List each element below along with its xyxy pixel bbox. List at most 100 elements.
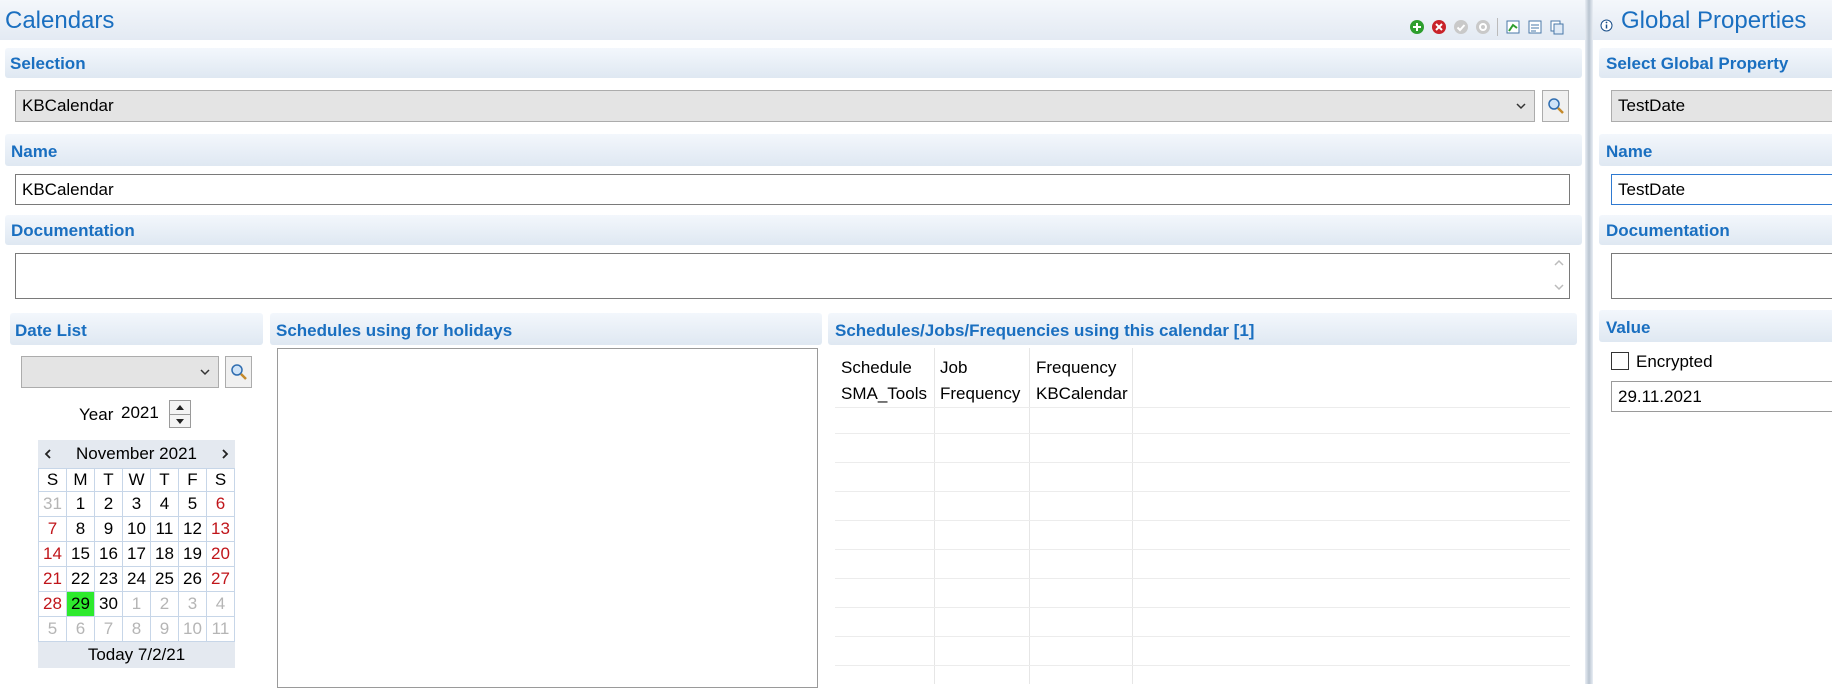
selection-section-header: Selection bbox=[5, 48, 1582, 78]
copy-icon[interactable] bbox=[1549, 19, 1565, 35]
table-row-empty bbox=[835, 640, 1570, 666]
scroll-up-icon[interactable] bbox=[1553, 258, 1565, 268]
calendar-day[interactable]: 3 bbox=[122, 491, 151, 517]
weekday-header: W bbox=[122, 468, 151, 492]
chevron-right-icon[interactable] bbox=[219, 448, 231, 460]
spin-down-icon[interactable] bbox=[175, 418, 185, 425]
global-properties-title: Global Properties bbox=[1621, 7, 1807, 34]
export-icon[interactable] bbox=[1505, 19, 1521, 35]
encrypted-label[interactable]: Encrypted bbox=[1636, 352, 1713, 372]
calendar-select[interactable]: KBCalendar bbox=[15, 90, 1535, 122]
gp-name-header: Name bbox=[1606, 142, 1653, 161]
usage-table[interactable]: Schedule Job Frequency SMA_Tools Frequen… bbox=[835, 348, 1570, 684]
calendar-day[interactable]: 9 bbox=[94, 516, 123, 542]
documentation-section-header: Documentation bbox=[5, 215, 1582, 245]
calendar-day-selected[interactable]: 29 bbox=[66, 591, 95, 617]
settings-icon[interactable] bbox=[1475, 19, 1491, 35]
chevron-left-icon[interactable] bbox=[42, 448, 54, 460]
calendar-day[interactable]: 17 bbox=[122, 541, 151, 567]
calendar-day[interactable]: 5 bbox=[178, 491, 207, 517]
calendar-day[interactable]: 25 bbox=[150, 566, 179, 592]
global-properties-title-bar: Global Properties bbox=[1593, 0, 1832, 40]
calendar-day[interactable]: 30 bbox=[94, 591, 123, 617]
cell-frequency: KBCalendar bbox=[1036, 384, 1128, 403]
gp-value-header: Value bbox=[1606, 318, 1651, 337]
calendar-search-button[interactable] bbox=[1542, 90, 1569, 122]
calendar-day[interactable]: 10 bbox=[122, 516, 151, 542]
calendar-day[interactable]: 19 bbox=[178, 541, 207, 567]
holidays-list[interactable] bbox=[277, 348, 818, 688]
col-header-frequency[interactable]: Frequency bbox=[1036, 358, 1116, 378]
scroll-down-icon[interactable] bbox=[1553, 282, 1565, 292]
date-list-search-button[interactable] bbox=[225, 356, 252, 388]
gp-name-field[interactable]: TestDate bbox=[1611, 174, 1832, 205]
year-value[interactable]: 2021 bbox=[121, 403, 159, 423]
calendar-day[interactable]: 2 bbox=[94, 491, 123, 517]
calendar-day[interactable]: 4 bbox=[206, 591, 235, 617]
calendar-day[interactable]: 20 bbox=[206, 541, 235, 567]
date-list-section-header: Date List bbox=[10, 313, 263, 345]
report-icon[interactable] bbox=[1527, 19, 1543, 35]
date-list-header: Date List bbox=[15, 321, 87, 340]
calendar-day[interactable]: 7 bbox=[38, 516, 67, 542]
col-header-job[interactable]: Job bbox=[940, 358, 967, 378]
spin-up-icon[interactable] bbox=[175, 404, 185, 411]
calendar-day[interactable]: 13 bbox=[206, 516, 235, 542]
calendar-day[interactable]: 1 bbox=[66, 491, 95, 517]
calendar-day[interactable]: 8 bbox=[66, 516, 95, 542]
calendar-day[interactable]: 10 bbox=[178, 616, 207, 642]
delete-icon[interactable] bbox=[1431, 19, 1447, 35]
calendar-day[interactable]: 7 bbox=[94, 616, 123, 642]
calendar-day[interactable]: 22 bbox=[66, 566, 95, 592]
add-icon[interactable] bbox=[1409, 19, 1425, 35]
calendar-day[interactable]: 12 bbox=[178, 516, 207, 542]
calendar-day[interactable]: 3 bbox=[178, 591, 207, 617]
check-icon[interactable] bbox=[1453, 19, 1469, 35]
encrypted-checkbox[interactable] bbox=[1611, 352, 1629, 370]
calendar-day[interactable]: 11 bbox=[206, 616, 235, 642]
calendar-day[interactable]: 31 bbox=[38, 491, 67, 517]
table-row[interactable]: SMA_Tools Frequency KBCalendar bbox=[835, 381, 1570, 408]
calendar-day[interactable]: 24 bbox=[122, 566, 151, 592]
documentation-textarea[interactable] bbox=[15, 253, 1570, 299]
calendar-day[interactable]: 4 bbox=[150, 491, 179, 517]
chevron-down-icon bbox=[1516, 103, 1526, 110]
today-bar[interactable]: Today 7/2/21 bbox=[38, 642, 235, 668]
selection-header: Selection bbox=[10, 54, 86, 73]
calendar-day[interactable]: 6 bbox=[206, 491, 235, 517]
year-spinner[interactable] bbox=[169, 400, 191, 428]
calendar-day[interactable]: 6 bbox=[66, 616, 95, 642]
calendar-day[interactable]: 26 bbox=[178, 566, 207, 592]
holidays-header: Schedules using for holidays bbox=[276, 321, 513, 340]
calendar-day[interactable]: 21 bbox=[38, 566, 67, 592]
calendar-day[interactable]: 8 bbox=[122, 616, 151, 642]
col-header-schedule[interactable]: Schedule bbox=[841, 358, 912, 378]
select-global-property-section-header: Select Global Property bbox=[1599, 48, 1832, 78]
calendar-day[interactable]: 14 bbox=[38, 541, 67, 567]
gp-documentation-textarea[interactable] bbox=[1611, 253, 1832, 299]
weekday-header: S bbox=[38, 468, 67, 492]
documentation-scrollbar[interactable] bbox=[1549, 254, 1569, 298]
calendar-day[interactable]: 15 bbox=[66, 541, 95, 567]
month-nav: November 2021 bbox=[38, 440, 235, 468]
month-calendar[interactable]: November 2021 SMTWTFS 31 1 2 3 4 5 6 7 8 9 10 11 12 1… bbox=[38, 440, 235, 668]
weekday-header: F bbox=[178, 468, 207, 492]
calendar-day[interactable]: 5 bbox=[38, 616, 67, 642]
gp-value-section-header: Value bbox=[1599, 310, 1832, 342]
calendar-day[interactable]: 27 bbox=[206, 566, 235, 592]
usage-header: Schedules/Jobs/Frequencies using this ca… bbox=[835, 321, 1255, 340]
gp-value-field[interactable]: 29.11.2021 bbox=[1611, 381, 1832, 412]
global-property-select[interactable]: TestDate bbox=[1611, 90, 1832, 122]
date-list-select[interactable] bbox=[21, 356, 219, 388]
calendar-day[interactable]: 2 bbox=[150, 591, 179, 617]
table-row-empty bbox=[835, 524, 1570, 550]
calendar-day[interactable]: 16 bbox=[94, 541, 123, 567]
calendar-day[interactable]: 9 bbox=[150, 616, 179, 642]
calendar-day[interactable]: 11 bbox=[150, 516, 179, 542]
panel-divider[interactable] bbox=[1585, 0, 1593, 684]
calendar-day[interactable]: 18 bbox=[150, 541, 179, 567]
calendar-day[interactable]: 28 bbox=[38, 591, 67, 617]
calendar-name-field[interactable]: KBCalendar bbox=[15, 174, 1570, 205]
calendar-day[interactable]: 23 bbox=[94, 566, 123, 592]
calendar-day[interactable]: 1 bbox=[122, 591, 151, 617]
